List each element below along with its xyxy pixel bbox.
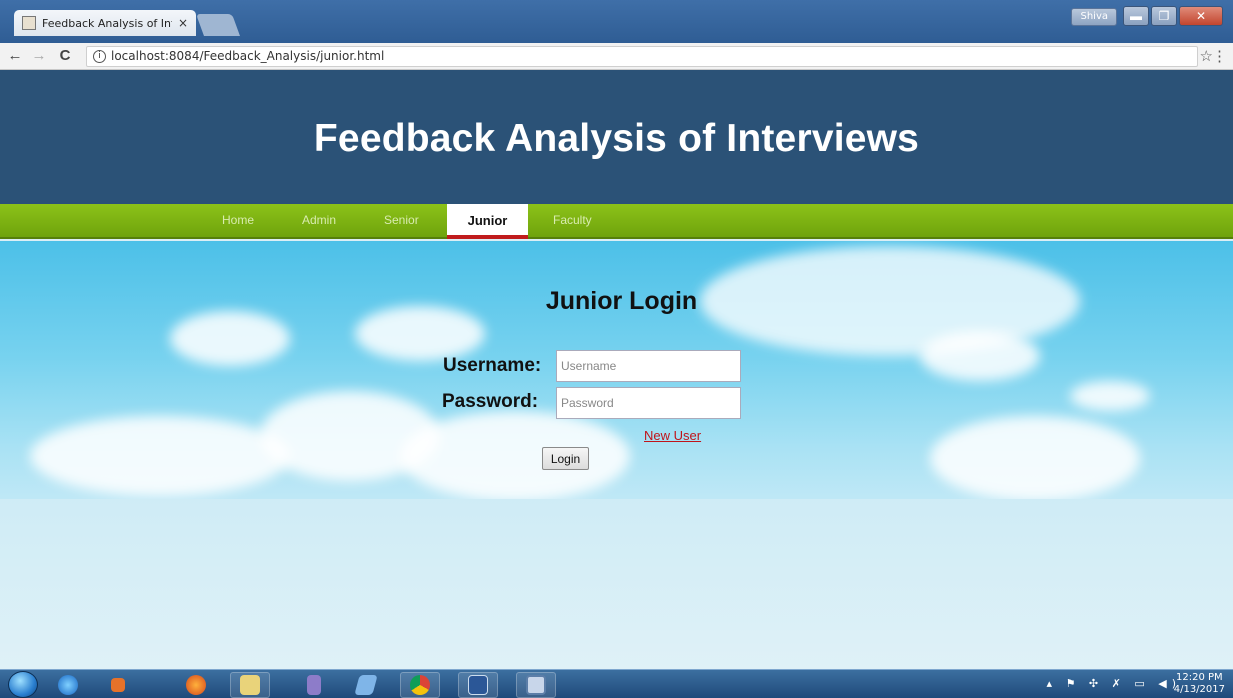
back-icon[interactable]: ← xyxy=(6,47,24,64)
word-icon[interactable] xyxy=(458,672,498,698)
nav-item-faculty[interactable]: Faculty xyxy=(553,204,592,239)
internet-explorer-icon[interactable] xyxy=(48,672,88,698)
virtualbox-icon[interactable] xyxy=(516,672,556,698)
nav-item-admin[interactable]: Admin xyxy=(302,204,336,239)
clock-date: 4/13/2017 xyxy=(1173,684,1225,695)
page-title: Feedback Analysis of Interviews xyxy=(313,117,920,160)
password-input[interactable] xyxy=(556,387,741,419)
username-input[interactable] xyxy=(556,350,741,382)
tab-close-icon[interactable]: × xyxy=(178,16,188,30)
nav-item-home[interactable]: Home xyxy=(222,204,254,239)
forward-icon[interactable]: → xyxy=(30,47,48,64)
reload-icon[interactable]: C xyxy=(56,47,74,64)
system-clock[interactable]: 12:20 PM 4/13/2017 xyxy=(1174,672,1225,696)
tab-title: Feedback Analysis of Inte xyxy=(42,16,172,30)
browser-tab[interactable]: Feedback Analysis of Inte × xyxy=(14,10,196,36)
app-icon[interactable] xyxy=(294,672,334,698)
minimize-button[interactable]: ▬ xyxy=(1123,6,1149,26)
chrome-icon[interactable] xyxy=(400,672,440,698)
password-label: Password: xyxy=(442,391,539,412)
site-header: Feedback Analysis of Interviews xyxy=(0,70,1233,204)
os-taskbar: ▴ ⚑ ✣ ✗ ▭ ◀) 12:20 PM 4/13/2017 xyxy=(0,669,1233,698)
profile-button[interactable]: Shiva xyxy=(1071,8,1117,26)
system-tray[interactable]: ▴ ⚑ ✣ ✗ ▭ ◀) xyxy=(1047,677,1181,690)
new-tab-button[interactable] xyxy=(195,14,241,36)
url-bar[interactable]: i localhost:8084/Feedback_Analysis/junio… xyxy=(86,46,1198,67)
bookmark-star-icon[interactable]: ☆ xyxy=(1200,47,1213,65)
new-user-link[interactable]: New User xyxy=(644,428,701,443)
close-window-button[interactable]: ✕ xyxy=(1179,6,1223,26)
url-text: localhost:8084/Feedback_Analysis/junior.… xyxy=(111,49,385,63)
login-button[interactable]: Login xyxy=(542,447,589,470)
app-icon[interactable] xyxy=(346,672,386,698)
main-nav: Home Admin Senior Junior Faculty xyxy=(0,204,1233,239)
browser-titlebar: Feedback Analysis of Inte × Shiva ▬ ❐ ✕ xyxy=(0,0,1233,43)
favicon-icon xyxy=(22,16,36,30)
info-icon[interactable]: i xyxy=(93,50,106,63)
nav-item-junior[interactable]: Junior xyxy=(447,204,528,239)
username-label: Username: xyxy=(443,355,542,376)
firefox-icon[interactable] xyxy=(176,672,216,698)
address-toolbar: ← → C i localhost:8084/Feedback_Analysis… xyxy=(0,43,1233,70)
browser-menu-icon[interactable]: ⋮ xyxy=(1212,47,1227,65)
file-explorer-icon[interactable] xyxy=(230,672,270,698)
page-lower-area xyxy=(0,499,1233,669)
media-player-icon[interactable] xyxy=(98,672,138,698)
login-heading: Junior Login xyxy=(545,287,698,315)
start-button[interactable] xyxy=(8,671,38,698)
clock-time: 12:20 PM xyxy=(1176,672,1223,683)
maximize-button[interactable]: ❐ xyxy=(1151,6,1177,26)
nav-item-senior[interactable]: Senior xyxy=(384,204,419,239)
